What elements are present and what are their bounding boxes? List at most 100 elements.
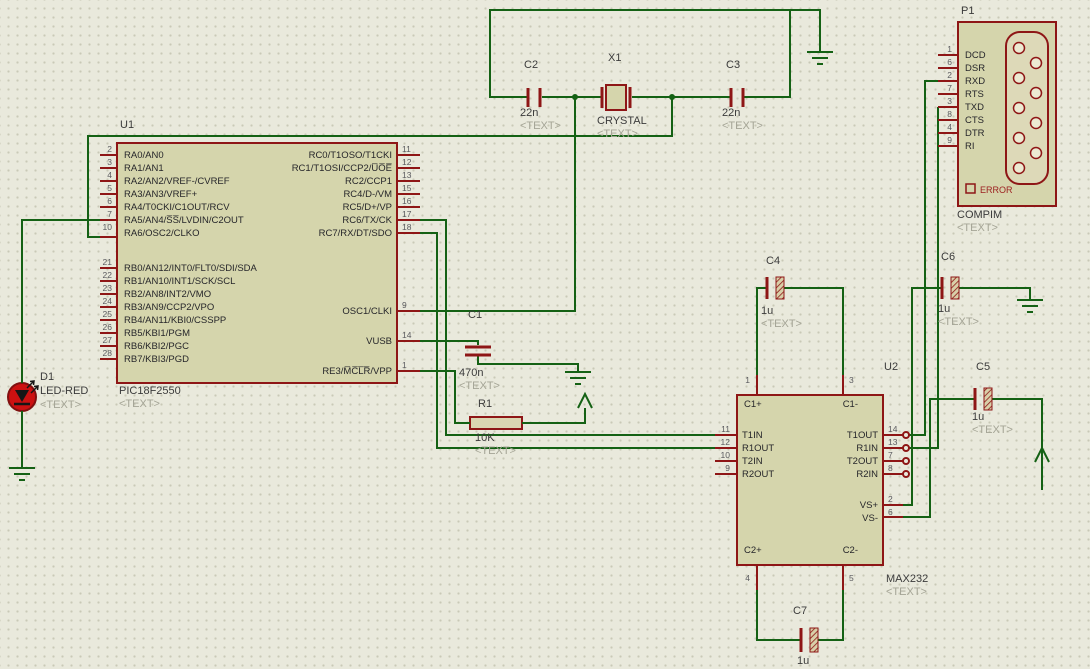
pin-row[interactable]: VS+ 2 bbox=[750, 494, 893, 512]
r1-body[interactable] bbox=[469, 416, 523, 430]
pin-row[interactable]: RC7/RX/DT/SDO 18 bbox=[200, 222, 420, 240]
r1-text-placeholder[interactable]: <TEXT> bbox=[475, 445, 516, 457]
pin-row[interactable]: RC0/T1OSO/T1CKI 11 bbox=[200, 144, 420, 162]
pin-number: 15 bbox=[402, 183, 412, 193]
x1-ref[interactable]: X1 bbox=[608, 52, 621, 64]
u1-text-placeholder[interactable]: <TEXT> bbox=[119, 398, 160, 410]
c3-ref[interactable]: C3 bbox=[726, 59, 740, 71]
pin-number: 11 bbox=[402, 144, 411, 154]
d1-ref[interactable]: D1 bbox=[40, 371, 54, 383]
u1-ref[interactable]: U1 bbox=[120, 119, 134, 131]
pin-number: 8 bbox=[888, 463, 893, 473]
c4-ref[interactable]: C4 bbox=[766, 255, 780, 267]
pin-row[interactable]: RC1/T1OSI/CCP2/U̅O̅E̅ 12 bbox=[200, 157, 420, 175]
pin-name: DSR bbox=[965, 63, 986, 74]
u1-value[interactable]: PIC18F2550 bbox=[119, 385, 181, 397]
pin-row[interactable]: RC4/D-/VM 15 bbox=[200, 183, 420, 201]
pin-name: OSC1/CLKI bbox=[342, 306, 392, 317]
c1-value[interactable]: 470n bbox=[459, 367, 483, 379]
pin-number: 9 bbox=[947, 135, 952, 145]
pin-row[interactable]: VS- 6 bbox=[750, 507, 893, 525]
c7-value[interactable]: 1u bbox=[797, 655, 809, 667]
pin-number: 6 bbox=[947, 57, 952, 67]
pin-name: C1- bbox=[842, 399, 858, 410]
pin-number: 3 bbox=[947, 96, 952, 106]
pin-row[interactable]: R2IN 8 bbox=[750, 463, 892, 481]
x1-value[interactable]: CRYSTAL bbox=[597, 115, 647, 127]
pin-name: RB5/KBI1/PGM bbox=[124, 328, 190, 339]
capacitor-plates[interactable] bbox=[465, 87, 993, 653]
pin-number: 9 bbox=[402, 300, 407, 310]
c1-ref[interactable]: C1 bbox=[468, 309, 482, 321]
r1-value[interactable]: 10K bbox=[475, 432, 495, 444]
pin-row[interactable]: RC5/D+/VP 16 bbox=[200, 196, 420, 214]
pin-number: 4 bbox=[947, 122, 952, 132]
pin-number: 6 bbox=[888, 507, 893, 517]
d1-value[interactable]: LED-RED bbox=[40, 385, 88, 397]
x1-body[interactable] bbox=[605, 84, 627, 111]
u2-text-placeholder[interactable]: <TEXT> bbox=[886, 586, 927, 598]
u2-ref[interactable]: U2 bbox=[884, 361, 898, 373]
d1-led-body[interactable] bbox=[7, 380, 39, 412]
pin-number: 3 bbox=[107, 157, 112, 167]
p1-value[interactable]: COMPIM bbox=[957, 209, 1002, 221]
wire-osc1-net bbox=[420, 96, 601, 312]
pin-row[interactable]: 22 RB1/AN10/INT1/SCK/SCL bbox=[80, 270, 400, 288]
ground-c6 bbox=[1017, 299, 1043, 313]
error-checkbox[interactable] bbox=[965, 183, 976, 194]
pin-number: 7 bbox=[107, 209, 112, 219]
c3-text-placeholder[interactable]: <TEXT> bbox=[722, 120, 763, 132]
c6-text-placeholder[interactable]: <TEXT> bbox=[938, 316, 979, 328]
c4-text-placeholder[interactable]: <TEXT> bbox=[761, 318, 802, 330]
pin-row[interactable]: 9 RI bbox=[924, 135, 1024, 153]
d1-text-placeholder[interactable]: <TEXT> bbox=[40, 399, 81, 411]
c4-polar-plate bbox=[775, 276, 785, 300]
c1-text-placeholder[interactable]: <TEXT> bbox=[459, 380, 500, 392]
c5-value[interactable]: 1u bbox=[972, 411, 984, 423]
c5-text-placeholder[interactable]: <TEXT> bbox=[972, 424, 1013, 436]
pin-name: TXD bbox=[965, 102, 984, 113]
pin-row[interactable]: 21 RB0/AN12/INT0/FLT0/SDI/SDA bbox=[80, 257, 400, 275]
pin-number: 5 bbox=[107, 183, 112, 193]
p1-ref[interactable]: P1 bbox=[961, 5, 974, 17]
x1-text-placeholder[interactable]: <TEXT> bbox=[597, 128, 638, 140]
pin-name: RC1/T1OSI/CCP2/U̅O̅E̅ bbox=[291, 163, 392, 174]
error-label: ERROR bbox=[980, 185, 1013, 195]
c2-value[interactable]: 22n bbox=[520, 107, 538, 119]
pin-name: RC6/TX/CK bbox=[342, 215, 392, 226]
c6-ref[interactable]: C6 bbox=[941, 251, 955, 263]
r1-ref[interactable]: R1 bbox=[478, 398, 492, 410]
pin-name: C1+ bbox=[744, 399, 762, 410]
pin-row[interactable]: VUSB 14 bbox=[200, 330, 420, 365]
c2-text-placeholder[interactable]: <TEXT> bbox=[520, 120, 561, 132]
c7-ref[interactable]: C7 bbox=[793, 605, 807, 617]
c2-ref[interactable]: C2 bbox=[524, 59, 538, 71]
c4-value[interactable]: 1u bbox=[761, 305, 773, 317]
p1-text-placeholder[interactable]: <TEXT> bbox=[957, 222, 998, 234]
c6-polar-plate bbox=[950, 276, 960, 300]
schematic-canvas[interactable]: 2 RA0/AN0 3 RA1/AN1 4 RA2/AN2/VREF-/CVRE… bbox=[0, 0, 1090, 669]
pin-number: 16 bbox=[402, 196, 412, 206]
c5-ref[interactable]: C5 bbox=[976, 361, 990, 373]
pin-row[interactable]: RE3/M̅C̅L̅R̅/VPP 1 bbox=[200, 360, 420, 395]
pin-number: 1 bbox=[745, 375, 750, 385]
power-arrow-c5 bbox=[1034, 445, 1050, 463]
c6-value[interactable]: 1u bbox=[938, 303, 950, 315]
p1-pins: 1 DCD 6 DSR 2 RXD 7 RTS 3 TXD 8 CTS 4 DT… bbox=[924, 44, 1024, 153]
pin-name: T1OUT bbox=[846, 430, 878, 441]
pin-name: RB0/AN12/INT0/FLT0/SDI/SDA bbox=[124, 263, 257, 274]
junction-dot bbox=[669, 94, 675, 100]
pin-row[interactable]: T1OUT 14 bbox=[750, 424, 898, 442]
pin-row[interactable]: OSC1/CLKI 9 bbox=[200, 300, 420, 335]
u1-pins-right-b: OSC1/CLKI 9 VUSB 14 RE3/M̅C̅L̅R̅/VPP 1 bbox=[200, 300, 420, 395]
pin-row[interactable]: RC2/CCP1 13 bbox=[200, 170, 420, 188]
pin-row[interactable]: T2OUT 7 bbox=[750, 450, 893, 468]
pin-number: 12 bbox=[720, 437, 730, 447]
u2-value[interactable]: MAX232 bbox=[886, 573, 928, 585]
c3-value[interactable]: 22n bbox=[722, 107, 740, 119]
pin-row[interactable]: RC6/TX/CK 17 bbox=[200, 209, 420, 227]
pin-row[interactable]: R1IN 13 bbox=[750, 437, 897, 455]
u2-pin-bubble bbox=[902, 431, 910, 439]
pin-name: RC5/D+/VP bbox=[342, 202, 392, 213]
pin-row[interactable]: 23 RB2/AN8/INT2/VMO bbox=[80, 283, 400, 301]
